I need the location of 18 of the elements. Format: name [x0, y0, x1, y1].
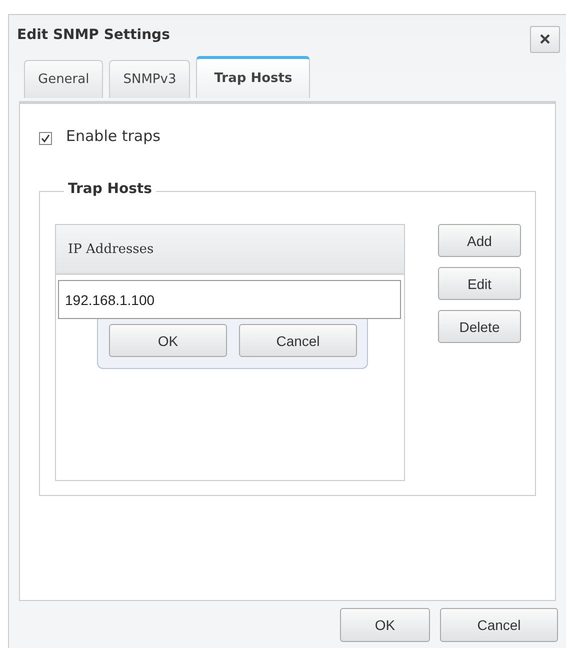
- window-title: Edit SNMP Settings: [17, 27, 170, 43]
- close-button[interactable]: [530, 26, 560, 52]
- group-title: Trap Hosts: [64, 181, 156, 197]
- button[interactable]: OK: [109, 324, 227, 357]
- tab[interactable]: Trap Hosts: [196, 56, 310, 98]
- checkbox-label: Enable traps: [66, 126, 160, 144]
- column-header: IP Addresses: [56, 225, 404, 275]
- tab[interactable]: SNMPv3: [109, 60, 190, 98]
- button[interactable]: Edit: [438, 267, 521, 300]
- close-icon: [539, 33, 551, 45]
- button[interactable]: Add: [438, 224, 521, 257]
- button[interactable]: Cancel: [239, 324, 357, 357]
- tab[interactable]: General: [24, 60, 104, 98]
- button[interactable]: Cancel: [440, 608, 558, 642]
- button[interactable]: Delete: [438, 310, 521, 343]
- input-field[interactable]: 192.168.1.100: [58, 280, 401, 319]
- button[interactable]: OK: [340, 608, 430, 642]
- checkbox[interactable]: [39, 132, 52, 145]
